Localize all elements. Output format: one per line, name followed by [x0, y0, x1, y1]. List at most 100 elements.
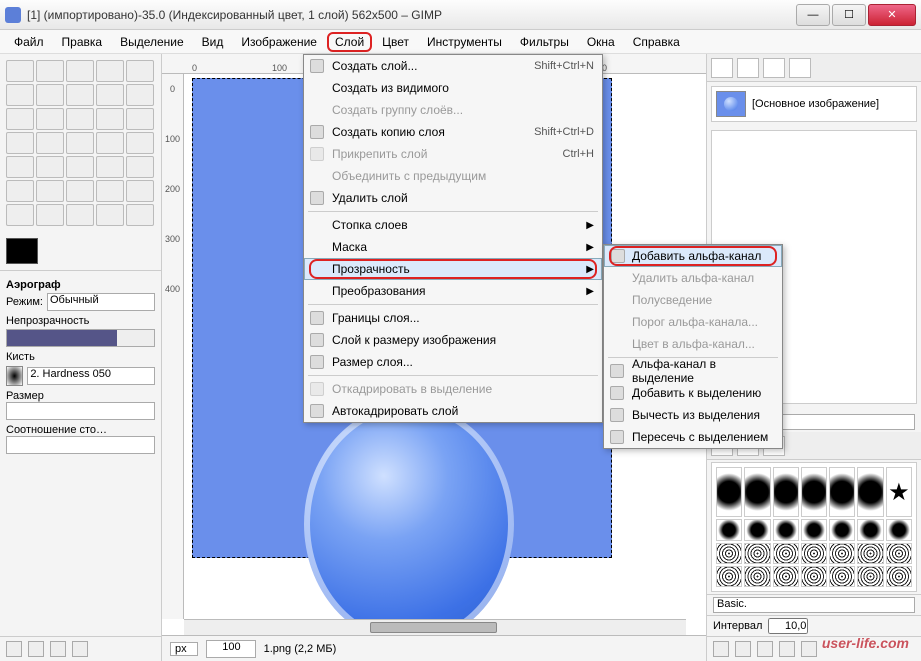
menu-item[interactable]: Пересечь с выделением: [604, 426, 782, 448]
menu-изображение[interactable]: Изображение: [233, 32, 325, 52]
tab-history-icon[interactable]: [789, 58, 811, 78]
brush-preset[interactable]: [744, 566, 770, 587]
tool-button[interactable]: [66, 180, 94, 202]
tool-button[interactable]: [36, 60, 64, 82]
menu-item[interactable]: Добавить альфа-канал: [604, 245, 782, 267]
opacity-slider[interactable]: [6, 329, 155, 347]
unit-select[interactable]: px: [170, 642, 198, 656]
maximize-button[interactable]: ☐: [832, 4, 866, 26]
menu-вид[interactable]: Вид: [194, 32, 232, 52]
tool-button[interactable]: [66, 156, 94, 178]
menu-item[interactable]: Прозрачность▶: [304, 258, 602, 280]
tool-button[interactable]: [126, 132, 154, 154]
menu-item[interactable]: Добавить к выделению: [604, 382, 782, 404]
tool-button[interactable]: [6, 108, 34, 130]
menu-слой[interactable]: Слой: [327, 32, 372, 52]
tool-button[interactable]: [36, 156, 64, 178]
tool-button[interactable]: [66, 132, 94, 154]
tool-button[interactable]: [66, 60, 94, 82]
footer-icon[interactable]: [735, 641, 751, 657]
brush-preset[interactable]: [801, 566, 827, 587]
color-swatches[interactable]: [0, 232, 161, 270]
brush-preset[interactable]: [829, 467, 855, 517]
menu-item[interactable]: Вычесть из выделения: [604, 404, 782, 426]
preset-label[interactable]: Basic.: [713, 597, 915, 613]
tool-button[interactable]: [66, 84, 94, 106]
tab-paths-icon[interactable]: [763, 58, 785, 78]
minimize-button[interactable]: —: [796, 4, 830, 26]
footer-icon[interactable]: [28, 641, 44, 657]
tool-button[interactable]: [96, 204, 124, 226]
menu-item[interactable]: Удалить слой: [304, 187, 602, 209]
footer-icon[interactable]: [779, 641, 795, 657]
footer-icon[interactable]: [6, 641, 22, 657]
tool-button[interactable]: [6, 204, 34, 226]
brush-preview[interactable]: [6, 366, 23, 386]
brush-preset[interactable]: [773, 519, 799, 540]
tool-button[interactable]: [96, 60, 124, 82]
interval-value[interactable]: [768, 618, 808, 634]
tool-button[interactable]: [36, 84, 64, 106]
tab-layers-icon[interactable]: [711, 58, 733, 78]
menu-справка[interactable]: Справка: [625, 32, 688, 52]
mode-select[interactable]: Обычный: [47, 293, 155, 311]
brush-preset[interactable]: [886, 543, 912, 564]
tool-button[interactable]: [66, 108, 94, 130]
menu-item[interactable]: Размер слоя...: [304, 351, 602, 373]
menu-item[interactable]: Маска▶: [304, 236, 602, 258]
tool-button[interactable]: [36, 180, 64, 202]
brush-preset[interactable]: [773, 566, 799, 587]
brush-preset[interactable]: [857, 519, 883, 540]
brush-preset[interactable]: [829, 519, 855, 540]
brush-name[interactable]: 2. Hardness 050: [27, 367, 155, 385]
menu-цвет[interactable]: Цвет: [374, 32, 417, 52]
footer-icon[interactable]: [72, 641, 88, 657]
tool-button[interactable]: [126, 60, 154, 82]
tool-button[interactable]: [66, 204, 94, 226]
menu-item[interactable]: Альфа-канал в выделение: [604, 360, 782, 382]
tool-button[interactable]: [126, 204, 154, 226]
tool-button[interactable]: [36, 132, 64, 154]
footer-icon[interactable]: [50, 641, 66, 657]
footer-icon[interactable]: [713, 641, 729, 657]
brush-preset[interactable]: [801, 467, 827, 517]
menu-item[interactable]: Создать копию слояShift+Ctrl+D: [304, 121, 602, 143]
close-button[interactable]: ✕: [868, 4, 916, 26]
tool-button[interactable]: [96, 132, 124, 154]
brush-preset[interactable]: [886, 566, 912, 587]
brush-preset[interactable]: [857, 543, 883, 564]
tool-button[interactable]: [126, 180, 154, 202]
menu-файл[interactable]: Файл: [6, 32, 52, 52]
tool-button[interactable]: [126, 84, 154, 106]
size-field[interactable]: [6, 402, 155, 420]
tool-button[interactable]: [6, 156, 34, 178]
brush-preset[interactable]: [829, 566, 855, 587]
tool-button[interactable]: [36, 204, 64, 226]
brush-preset[interactable]: [773, 467, 799, 517]
menu-фильтры[interactable]: Фильтры: [512, 32, 577, 52]
brush-preset[interactable]: [744, 543, 770, 564]
brush-preset[interactable]: [886, 519, 912, 540]
brush-preset[interactable]: [829, 543, 855, 564]
menu-item[interactable]: Слой к размеру изображения: [304, 329, 602, 351]
brush-preset[interactable]: [716, 566, 742, 587]
tool-button[interactable]: [6, 180, 34, 202]
tool-button[interactable]: [6, 84, 34, 106]
menu-item[interactable]: Границы слоя...: [304, 307, 602, 329]
tab-channels-icon[interactable]: [737, 58, 759, 78]
tool-button[interactable]: [96, 156, 124, 178]
menu-окна[interactable]: Окна: [579, 32, 623, 52]
menu-выделение[interactable]: Выделение: [112, 32, 192, 52]
tool-button[interactable]: [6, 60, 34, 82]
brush-preset[interactable]: [857, 566, 883, 587]
tool-button[interactable]: [96, 180, 124, 202]
brush-preset[interactable]: [716, 519, 742, 540]
tool-button[interactable]: [96, 108, 124, 130]
zoom-field[interactable]: 100: [206, 640, 256, 658]
footer-icon[interactable]: [757, 641, 773, 657]
menu-правка[interactable]: Правка: [54, 32, 111, 52]
menu-item[interactable]: Автокадрировать слой: [304, 400, 602, 422]
layer-row[interactable]: [Основное изображение]: [711, 86, 917, 122]
footer-icon[interactable]: [801, 641, 817, 657]
brush-preset[interactable]: [716, 543, 742, 564]
